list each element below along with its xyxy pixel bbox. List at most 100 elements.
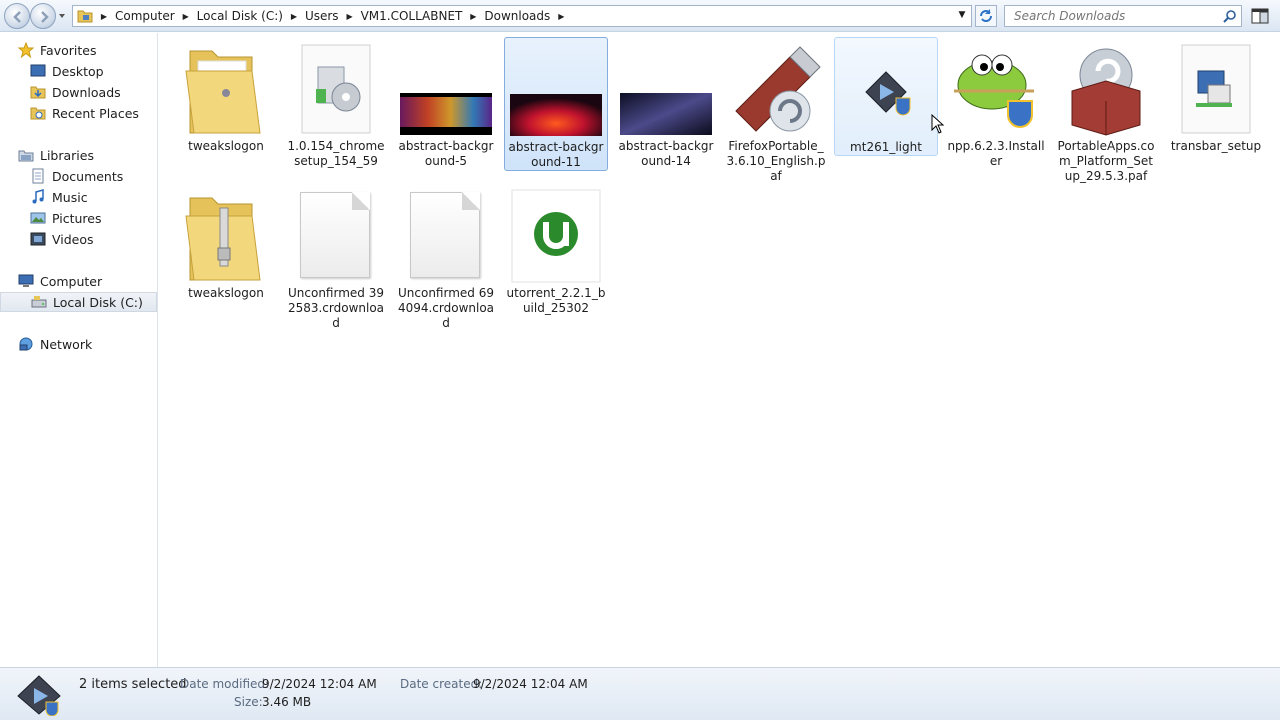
search-input[interactable] xyxy=(1005,6,1215,26)
back-button[interactable] xyxy=(4,3,30,29)
file-item[interactable]: Unconfirmed 392583.crdownload xyxy=(284,184,388,331)
image-thumbnail xyxy=(620,93,712,135)
recent-places-icon xyxy=(30,107,46,120)
file-name: Unconfirmed 694094.crdownload xyxy=(397,286,495,330)
computer-icon xyxy=(18,274,34,287)
breadcrumb-computer[interactable]: Computer xyxy=(111,9,179,23)
breadcrumb-user-folder[interactable]: VM1.COLLABNET xyxy=(357,9,467,23)
file-item[interactable]: abstract-background-14 xyxy=(614,37,718,169)
breadcrumb-separator-icon[interactable]: ▶ xyxy=(179,12,193,21)
nav-item-label: Downloads xyxy=(52,84,121,100)
preview-pane-icon[interactable] xyxy=(1250,6,1270,26)
nav-item-label: Local Disk (C:) xyxy=(53,294,143,310)
nav-item-music[interactable]: Music xyxy=(0,187,157,207)
nav-item-label: Recent Places xyxy=(52,105,139,121)
address-bar[interactable]: ▶ Computer ▶ Local Disk (C:) ▶ Users ▶ V… xyxy=(72,5,972,27)
forward-arrow-icon xyxy=(41,11,49,23)
libraries-icon xyxy=(18,150,34,162)
size-label: Size: xyxy=(234,695,263,709)
setup-computer-icon xyxy=(1181,44,1251,134)
selection-count: 2 items selected xyxy=(79,677,187,692)
file-item[interactable]: tweakslogon xyxy=(174,37,278,154)
nav-item-desktop[interactable]: Desktop xyxy=(0,61,157,81)
recent-pages-dropdown-icon[interactable] xyxy=(58,12,66,20)
star-icon xyxy=(18,42,34,58)
file-item-selected[interactable]: abstract-background-11 xyxy=(504,37,608,171)
nav-item-label: Documents xyxy=(52,168,124,184)
file-item[interactable]: 1.0.154_chromesetup_154_59 xyxy=(284,37,388,169)
downloads-folder-icon xyxy=(30,86,46,99)
refresh-button[interactable] xyxy=(975,5,997,27)
nav-item-documents[interactable]: Documents xyxy=(0,166,157,186)
nav-item-label: Music xyxy=(52,189,88,205)
blank-file-icon xyxy=(300,192,370,278)
nav-computer[interactable]: Computer xyxy=(0,271,157,291)
navigation-pane: Favorites Desktop Downloads Recent Place… xyxy=(0,33,158,667)
zip-folder-icon xyxy=(185,197,261,281)
utorrent-icon xyxy=(511,189,601,283)
nav-favorites-label: Favorites xyxy=(40,42,97,58)
file-item[interactable]: npp.6.2.3.Installer xyxy=(944,37,1048,169)
nav-item-local-disk[interactable]: Local Disk (C:) xyxy=(0,292,157,312)
nav-network[interactable]: Network xyxy=(0,334,157,354)
nav-item-videos[interactable]: Videos xyxy=(0,229,157,249)
file-item[interactable]: Unconfirmed 694094.crdownload xyxy=(394,184,498,331)
image-thumbnail xyxy=(510,94,602,136)
breadcrumb-separator-icon[interactable]: ▶ xyxy=(554,12,568,21)
file-name: 1.0.154_chromesetup_154_59 xyxy=(287,139,385,168)
file-name: tweakslogon xyxy=(188,286,264,300)
file-name: mt261_light xyxy=(850,140,922,154)
blank-file-icon xyxy=(410,192,480,278)
selection-thumbnail-icon xyxy=(17,675,61,716)
breadcrumb-separator-icon[interactable]: ▶ xyxy=(466,12,480,21)
file-name: abstract-background-14 xyxy=(618,139,714,168)
file-item[interactable]: transbar_setup xyxy=(1164,37,1268,154)
nav-libraries-label: Libraries xyxy=(40,147,94,163)
image-thumbnail xyxy=(400,93,492,135)
file-item[interactable]: PortableApps.com_Platform_Setup_29.5.3.p… xyxy=(1054,37,1158,184)
breadcrumb-users[interactable]: Users xyxy=(301,9,343,23)
package-box-icon xyxy=(1071,48,1141,136)
search-icon[interactable] xyxy=(1223,9,1237,23)
file-name: transbar_setup xyxy=(1170,139,1262,153)
breadcrumb-separator-icon[interactable]: ▶ xyxy=(287,12,301,21)
date-created-value: 9/2/2024 12:04 AM xyxy=(473,677,588,691)
breadcrumb-separator-icon[interactable]: ▶ xyxy=(97,12,111,21)
size-value: 3.46 MB xyxy=(262,695,312,709)
videos-icon xyxy=(30,232,46,246)
nav-network-label: Network xyxy=(40,336,93,352)
breadcrumb-local-disk[interactable]: Local Disk (C:) xyxy=(193,9,287,23)
file-name: FirefoxPortable_3.6.10_English.paf xyxy=(726,139,826,183)
installer-disc-icon xyxy=(301,44,371,134)
hard-drive-icon xyxy=(31,296,47,308)
nav-item-label: Videos xyxy=(52,231,94,247)
file-item[interactable]: FirefoxPortable_3.6.10_English.paf xyxy=(724,37,828,184)
folder-icon xyxy=(77,10,93,23)
music-icon xyxy=(32,189,44,204)
nav-libraries[interactable]: Libraries xyxy=(0,145,157,165)
pictures-icon xyxy=(30,212,46,224)
nav-item-recent-places[interactable]: Recent Places xyxy=(0,103,157,123)
nav-item-downloads[interactable]: Downloads xyxy=(0,82,157,102)
desktop-icon xyxy=(30,64,46,77)
file-item[interactable]: abstract-background-5 xyxy=(394,37,498,169)
search-box[interactable] xyxy=(1004,5,1242,27)
forward-button[interactable] xyxy=(30,3,56,29)
breadcrumb-downloads[interactable]: Downloads xyxy=(480,9,554,23)
nav-favorites[interactable]: Favorites xyxy=(0,40,157,60)
address-dropdown-icon[interactable]: ▼ xyxy=(955,10,969,24)
nav-computer-label: Computer xyxy=(40,273,103,289)
date-modified-label: Date modified: xyxy=(180,677,270,691)
nav-item-pictures[interactable]: Pictures xyxy=(0,208,157,228)
folder-icon xyxy=(185,50,261,134)
mouse-pointer-icon xyxy=(931,114,945,134)
file-name: abstract-background-5 xyxy=(398,139,494,168)
breadcrumb-separator-icon[interactable]: ▶ xyxy=(343,12,357,21)
address-toolbar: ▶ Computer ▶ Local Disk (C:) ▶ Users ▶ V… xyxy=(0,0,1280,32)
file-item-hovered[interactable]: mt261_light xyxy=(834,37,938,156)
notepadpp-icon xyxy=(954,54,1034,128)
file-item[interactable]: utorrent_2.2.1_build_25302 xyxy=(504,184,608,316)
file-item[interactable]: tweakslogon xyxy=(174,184,278,301)
documents-icon xyxy=(32,168,44,184)
date-modified-value: 9/2/2024 12:04 AM xyxy=(262,677,377,691)
